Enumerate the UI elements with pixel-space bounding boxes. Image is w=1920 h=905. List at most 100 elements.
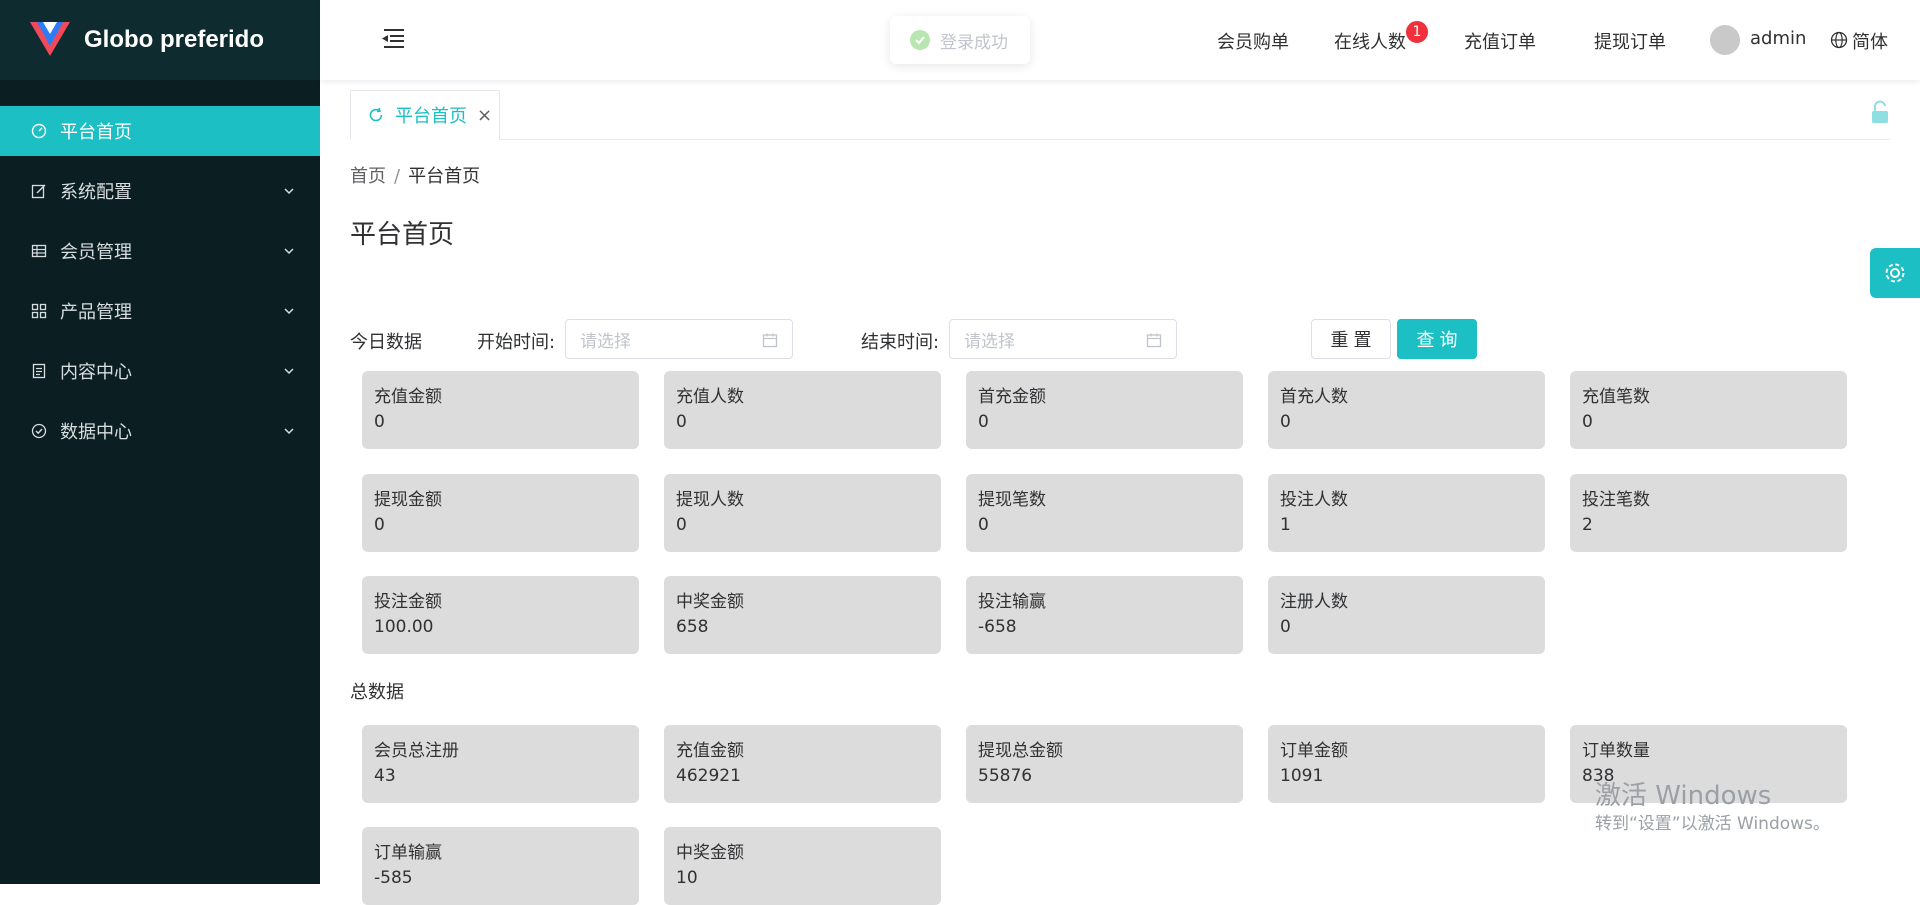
tab-label: 平台首页 — [395, 106, 467, 127]
stat-card: 订单输赢 -585 — [362, 827, 639, 905]
nav-withdraw-orders[interactable]: 提现订单 — [1594, 28, 1666, 54]
stat-value: 0 — [1582, 412, 1593, 432]
check-circle-icon — [30, 422, 48, 440]
online-count-badge: 1 — [1404, 19, 1430, 45]
stat-label: 注册人数 — [1280, 592, 1348, 612]
brand-title: Globo preferido — [84, 26, 264, 53]
tab-dashboard[interactable]: 平台首页 × — [350, 90, 500, 140]
stat-label: 首充人数 — [1280, 387, 1348, 407]
sidebar-item-dashboard[interactable]: 平台首页 — [0, 106, 320, 156]
sidebar-item-products[interactable]: 产品管理 — [0, 286, 320, 336]
stat-label: 提现总金额 — [978, 741, 1063, 761]
stat-card: 中奖金额 658 — [664, 576, 941, 654]
grid-icon — [30, 302, 48, 320]
stat-card: 提现人数 0 — [664, 474, 941, 552]
nav-recharge-orders[interactable]: 充值订单 — [1464, 28, 1536, 54]
breadcrumb-current: 平台首页 — [408, 166, 481, 187]
start-time-input[interactable]: 请选择 — [565, 319, 793, 359]
chevron-down-icon — [284, 428, 294, 435]
stat-card: 注册人数 0 — [1268, 576, 1545, 654]
stat-label: 投注输赢 — [978, 592, 1046, 612]
tabs-bar: 平台首页 × — [350, 90, 1890, 140]
sidebar-item-members[interactable]: 会员管理 — [0, 226, 320, 276]
sidebar-item-data[interactable]: 数据中心 — [0, 406, 320, 456]
refresh-icon[interactable] — [367, 106, 385, 124]
stat-card: 中奖金额 10 — [664, 827, 941, 905]
chevron-down-icon — [284, 188, 294, 195]
sidebar: Globo preferido 平台首页 系统配置 会员管理 产品管理 内容中心… — [0, 0, 320, 884]
start-time-label: 开始时间: — [477, 332, 556, 353]
document-icon — [30, 362, 48, 380]
stat-label: 中奖金额 — [676, 592, 744, 612]
language-switch[interactable]: 简体 — [1852, 28, 1888, 54]
gear-icon — [1885, 263, 1905, 283]
unlock-icon[interactable] — [1870, 100, 1890, 124]
stat-card: 提现金额 0 — [362, 474, 639, 552]
stat-card: 会员总注册 43 — [362, 725, 639, 803]
stat-label: 中奖金额 — [676, 843, 744, 863]
stat-card: 充值金额 462921 — [664, 725, 941, 803]
stat-card: 充值人数 0 — [664, 371, 941, 449]
avatar[interactable] — [1710, 25, 1740, 55]
user-name[interactable]: admin — [1750, 28, 1806, 49]
breadcrumb-home[interactable]: 首页 — [350, 166, 386, 187]
globe-icon[interactable] — [1830, 31, 1848, 49]
stat-label: 投注金额 — [374, 592, 442, 612]
chevron-down-icon — [284, 248, 294, 255]
close-icon[interactable]: × — [477, 105, 492, 126]
menu-fold-icon[interactable] — [380, 26, 406, 50]
stat-label: 充值人数 — [676, 387, 744, 407]
nav-member-orders[interactable]: 会员购单 — [1217, 28, 1289, 54]
query-button[interactable]: 查 询 — [1397, 319, 1477, 359]
calendar-icon — [762, 333, 778, 348]
stat-card: 充值金额 0 — [362, 371, 639, 449]
stat-value: 658 — [676, 617, 709, 637]
stat-label: 订单数量 — [1582, 741, 1650, 761]
stat-card: 提现总金额 55876 — [966, 725, 1243, 803]
stat-value: -585 — [374, 868, 413, 888]
chevron-down-icon — [284, 308, 294, 315]
stat-value: 100.00 — [374, 617, 434, 637]
stat-label: 充值金额 — [676, 741, 744, 761]
sidebar-item-content[interactable]: 内容中心 — [0, 346, 320, 396]
stat-label: 充值笔数 — [1582, 387, 1650, 407]
windows-activation-watermark: 激活 Windows 转到“设置”以激活 Windows。 — [1595, 780, 1830, 836]
stat-card: 首充金额 0 — [966, 371, 1243, 449]
sidebar-item-system-config[interactable]: 系统配置 — [0, 166, 320, 216]
top-header: 登录成功 会员购单 在线人数 1 充值订单 提现订单 admin 简体 — [320, 0, 1920, 80]
table-icon — [30, 242, 48, 260]
breadcrumb-separator: / — [394, 166, 401, 187]
settings-button[interactable] — [1870, 248, 1920, 298]
stat-label: 首充金额 — [978, 387, 1046, 407]
nav-online-users[interactable]: 在线人数 — [1334, 28, 1406, 54]
stat-label: 充值金额 — [374, 387, 442, 407]
breadcrumb: 首页 / 平台首页 — [350, 162, 480, 188]
stat-label: 会员总注册 — [374, 741, 459, 761]
chevron-down-icon — [284, 368, 294, 375]
watermark-subtitle: 转到“设置”以激活 Windows。 — [1595, 814, 1830, 834]
login-success-toast: 登录成功 — [890, 16, 1030, 64]
stat-card: 投注笔数 2 — [1570, 474, 1847, 552]
reset-button[interactable]: 重 置 — [1311, 319, 1391, 359]
stat-value: 0 — [978, 515, 989, 535]
stat-value: 0 — [374, 515, 385, 535]
stat-value: -658 — [978, 617, 1017, 637]
stat-label: 提现笔数 — [978, 490, 1046, 510]
total-data-label: 总数据 — [350, 682, 404, 703]
stat-value: 2 — [1582, 515, 1593, 535]
end-time-placeholder: 请选择 — [964, 331, 1015, 352]
stat-value: 55876 — [978, 766, 1033, 786]
stat-value: 0 — [374, 412, 385, 432]
sidebar-item-label: 产品管理 — [60, 302, 132, 323]
sidebar-item-label: 数据中心 — [60, 422, 132, 443]
brand[interactable]: Globo preferido — [0, 0, 320, 80]
stat-card: 首充人数 0 — [1268, 371, 1545, 449]
stat-label: 订单金额 — [1280, 741, 1348, 761]
stat-value: 0 — [978, 412, 989, 432]
sidebar-menu: 平台首页 系统配置 会员管理 产品管理 内容中心 数据中心 — [0, 106, 320, 456]
sidebar-item-label: 会员管理 — [60, 242, 132, 263]
sidebar-item-label: 平台首页 — [60, 122, 132, 143]
end-time-input[interactable]: 请选择 — [949, 319, 1177, 359]
stat-label: 投注笔数 — [1582, 490, 1650, 510]
stat-value: 10 — [676, 868, 698, 888]
